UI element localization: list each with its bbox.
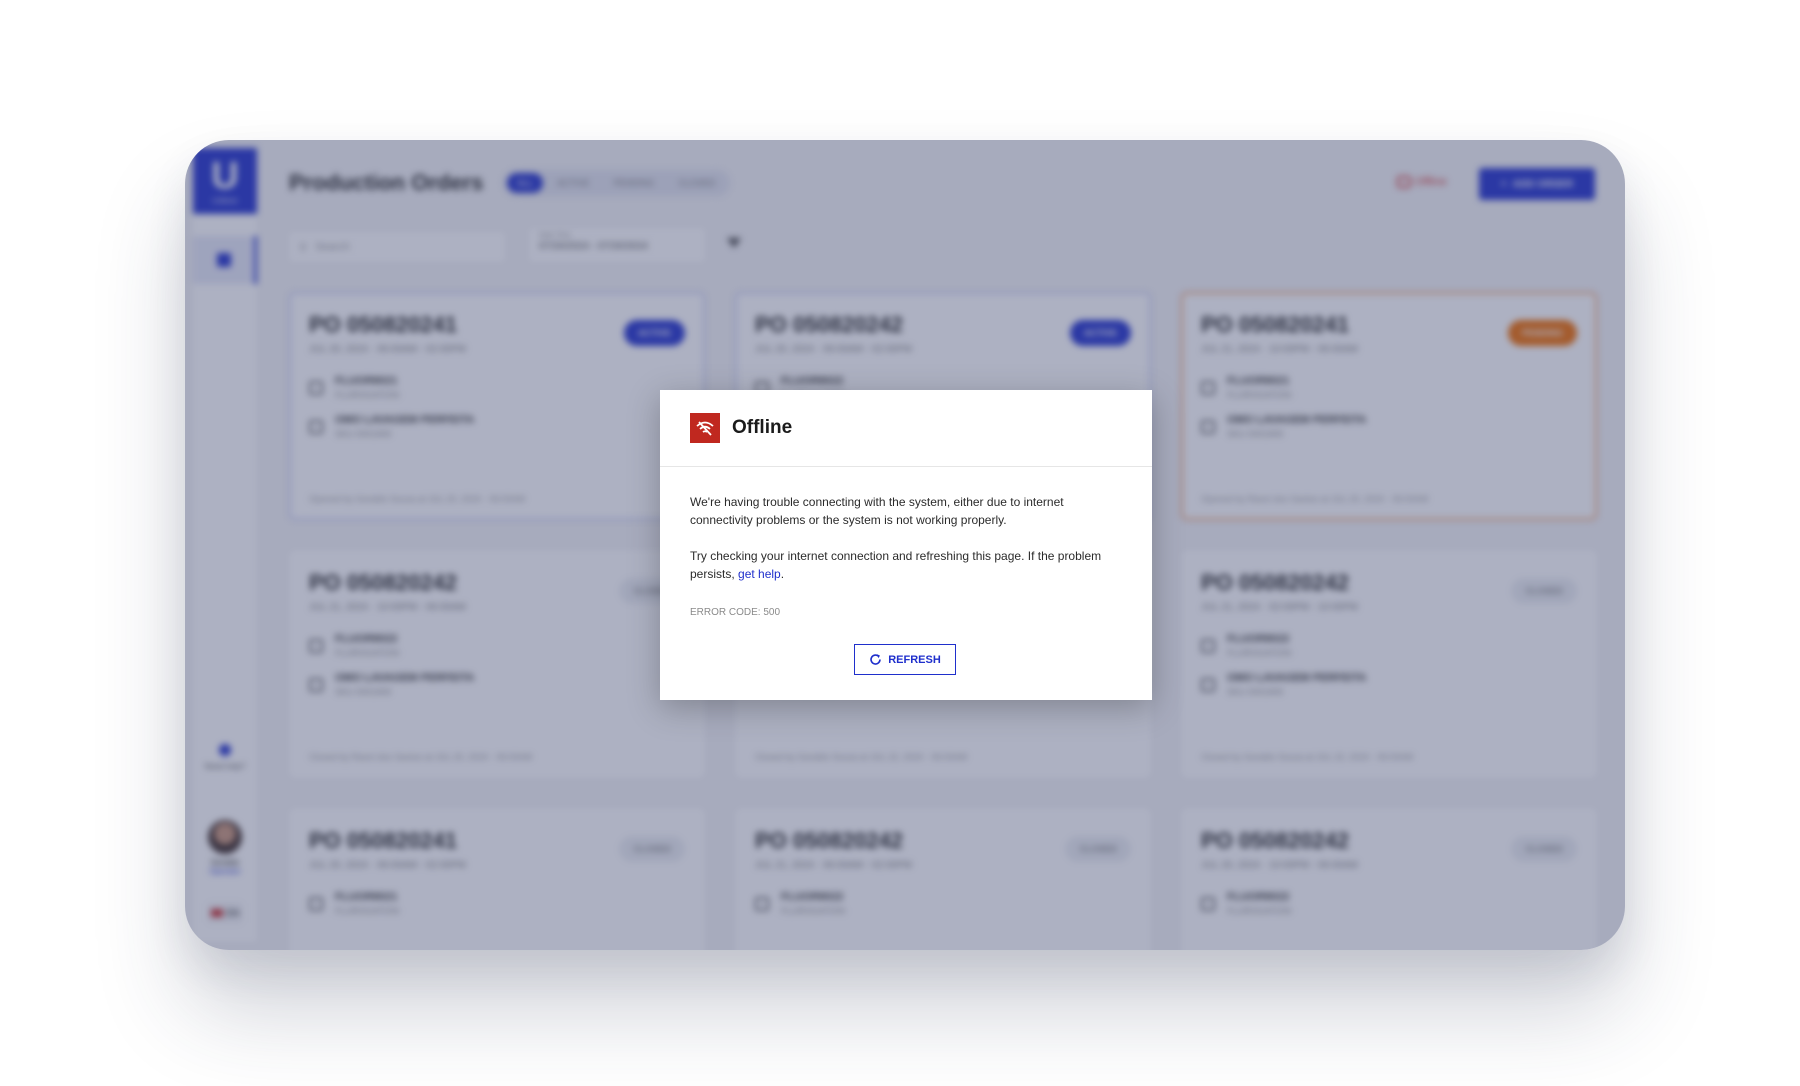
dialog-body: We're having trouble connecting with the… bbox=[660, 467, 1152, 618]
refresh-button[interactable]: REFRESH bbox=[854, 644, 956, 675]
dialog-header: Offline bbox=[660, 390, 1152, 467]
get-help-link[interactable]: get help bbox=[738, 567, 781, 581]
refresh-icon bbox=[870, 654, 882, 665]
dialog-title: Offline bbox=[732, 417, 793, 438]
offline-dialog: Offline We're having trouble connecting … bbox=[660, 390, 1152, 700]
refresh-label: REFRESH bbox=[888, 653, 941, 666]
dialog-hint-suffix: . bbox=[780, 567, 785, 581]
error-code: ERROR CODE: 500 bbox=[690, 607, 781, 618]
dialog-message: We're having trouble connecting with the… bbox=[690, 495, 1064, 527]
wifi-off-icon bbox=[690, 413, 720, 443]
dialog-hint: Try checking your internet connection an… bbox=[690, 547, 1122, 583]
